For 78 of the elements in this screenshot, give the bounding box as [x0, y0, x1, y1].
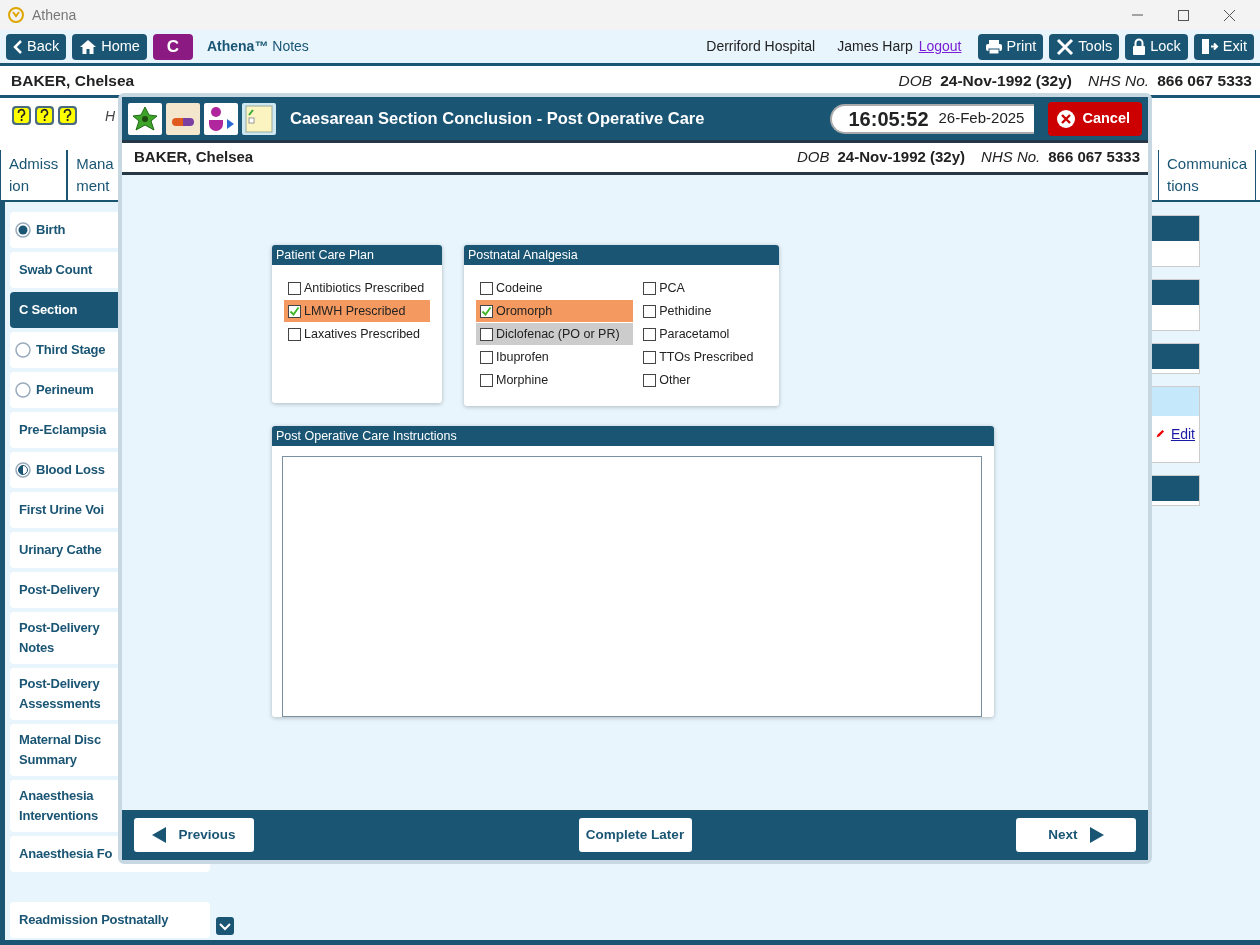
- checkbox-item[interactable]: TTOs Prescribed: [639, 346, 767, 368]
- left-arrow-icon: [152, 827, 167, 843]
- help-icon[interactable]: [35, 106, 54, 125]
- checkbox-item[interactable]: LMWH Prescribed: [284, 300, 430, 322]
- nhs-label: NHS No.: [981, 147, 1041, 168]
- tools-button[interactable]: Tools: [1049, 33, 1120, 60]
- notepad-icon[interactable]: [242, 102, 276, 135]
- patient-name: BAKER, Chelsea: [11, 70, 135, 91]
- group-title: Patient Care Plan: [272, 245, 442, 265]
- checkbox-item[interactable]: Oromorph: [476, 300, 634, 322]
- lock-icon: [1132, 38, 1147, 55]
- app-logo-icon: [8, 7, 24, 23]
- checkbox-item[interactable]: Morphine: [476, 369, 634, 391]
- panel-header: [1151, 216, 1199, 241]
- exit-button[interactable]: Exit: [1193, 33, 1254, 60]
- section-heading: H: [105, 107, 116, 126]
- print-button[interactable]: Print: [977, 33, 1044, 60]
- cancel-button[interactable]: Cancel: [1048, 101, 1142, 136]
- home-button[interactable]: Home: [72, 33, 147, 60]
- dialog-title: Caesarean Section Conclusion - Post Operative Care: [290, 108, 705, 130]
- back-icon: [13, 38, 23, 55]
- complete-later-button[interactable]: Complete Later: [578, 818, 692, 852]
- right-arrow-icon: [1089, 827, 1104, 843]
- patient-name: BAKER, Chelsea: [134, 147, 254, 168]
- app-name: Athena™ Notes: [206, 37, 309, 56]
- panel-header: [1151, 387, 1199, 416]
- help-icon[interactable]: [12, 106, 31, 125]
- checkbox-item[interactable]: Other: [639, 369, 767, 391]
- status-icon: [15, 382, 31, 398]
- close-icon[interactable]: [1223, 9, 1235, 21]
- letter-button[interactable]: C: [152, 33, 193, 60]
- nhs-number: 866 067 5333: [1048, 147, 1140, 168]
- maximize-icon[interactable]: [1177, 9, 1189, 21]
- checkbox-item[interactable]: PCA: [639, 277, 767, 299]
- checkbox-item[interactable]: Ibuprofen: [476, 346, 634, 368]
- home-icon: [79, 38, 98, 55]
- window-title: Athena: [32, 5, 77, 25]
- checkmark-icon: [481, 305, 492, 317]
- panel-title: Post Operative Care Instructions: [272, 426, 994, 446]
- date-of-birth: 24-Nov-1992 (32y): [940, 70, 1072, 91]
- checkbox-item[interactable]: Paracetamol: [639, 323, 767, 345]
- scroll-down-icon[interactable]: [216, 917, 234, 935]
- lock-button[interactable]: Lock: [1125, 33, 1188, 60]
- hospital-name: Derriford Hospital: [706, 37, 816, 56]
- date-of-birth: 24-Nov-1992 (32y): [837, 147, 966, 168]
- checkbox-item[interactable]: Diclofenac (PO or PR): [476, 323, 634, 345]
- checkbox-item[interactable]: Pethidine: [639, 300, 767, 322]
- nhs-number: 866 067 5333: [1157, 70, 1252, 91]
- printer-icon: [984, 38, 1003, 55]
- cancel-icon: [1056, 108, 1077, 129]
- tab[interactable]: Admiss ion: [0, 150, 68, 200]
- checkbox-item[interactable]: Antibiotics Prescribed: [284, 277, 430, 299]
- checkbox-item[interactable]: Codeine: [476, 277, 634, 299]
- sidebar-item[interactable]: Readmission Postnatally: [10, 902, 210, 938]
- flower-icon[interactable]: [128, 102, 162, 135]
- checkmark-icon: [289, 305, 300, 317]
- checkbox-item[interactable]: Laxatives Prescribed: [284, 323, 430, 345]
- user-name: James Harp: [837, 37, 913, 56]
- status-icon: [15, 342, 31, 358]
- previous-button[interactable]: Previous: [134, 818, 254, 852]
- logout-link[interactable]: Logout: [918, 36, 962, 57]
- help-icon[interactable]: [58, 106, 77, 125]
- next-button[interactable]: Next: [1016, 818, 1136, 852]
- pencil-icon: [1155, 428, 1165, 440]
- back-button[interactable]: Back: [6, 33, 67, 60]
- group-title: Postnatal Analgesia: [464, 245, 779, 265]
- capsule-icon[interactable]: [166, 102, 200, 135]
- status-icon: [15, 222, 31, 238]
- dob-label: DOB: [796, 147, 830, 168]
- status-icon: [15, 462, 31, 478]
- dob-label: DOB: [898, 70, 933, 91]
- panel-header: [1151, 280, 1199, 305]
- exit-door-icon: [1200, 38, 1219, 55]
- tab[interactable]: Communica tions: [1157, 150, 1256, 200]
- tools-icon: [1056, 37, 1075, 56]
- date-time-display: 16:05:52 26-Feb-2025: [830, 103, 1035, 134]
- edit-link[interactable]: Edit: [1170, 423, 1195, 445]
- nhs-label: NHS No.: [1088, 70, 1150, 91]
